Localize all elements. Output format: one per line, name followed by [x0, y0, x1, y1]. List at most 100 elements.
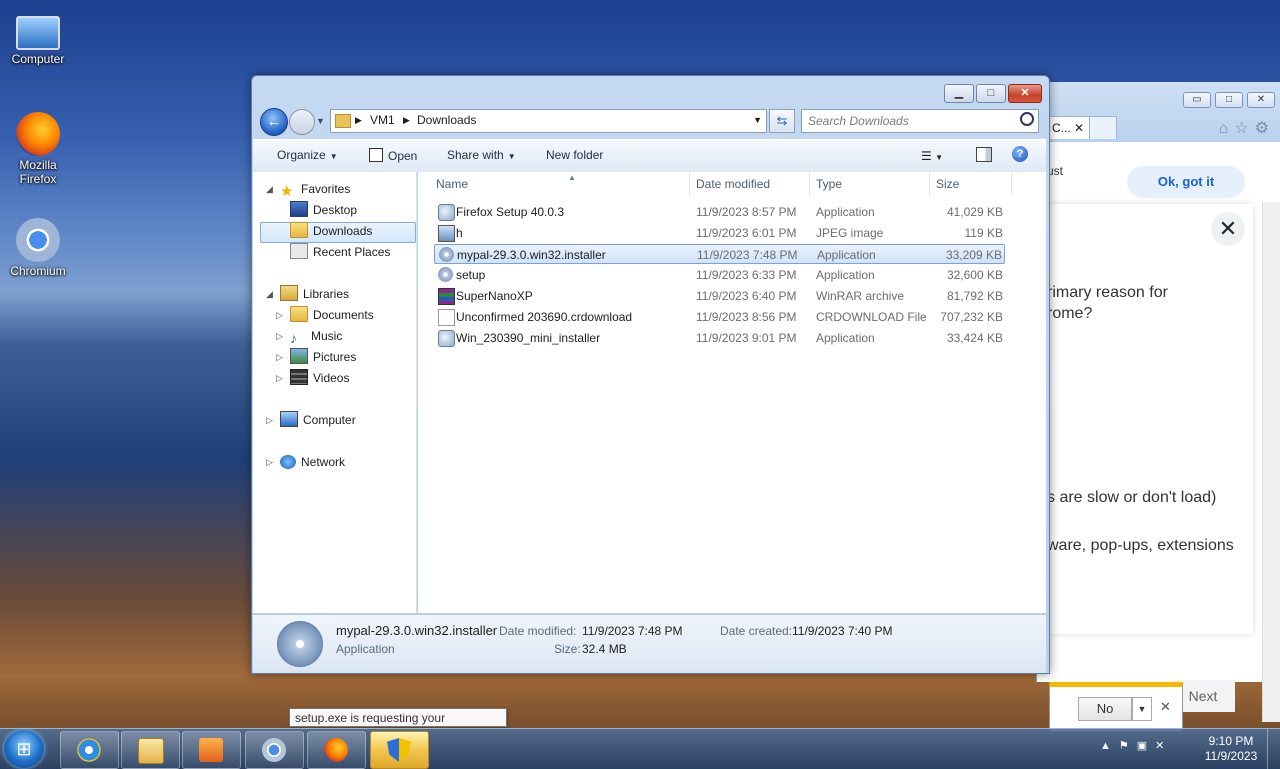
file-list: Name ▲ Date modified Type Size Firefox Se…	[418, 172, 1046, 613]
share-with-button[interactable]: Share with ▼	[447, 148, 516, 162]
chevron-right-icon[interactable]: ▶	[403, 115, 410, 126]
column-header-size[interactable]: Size	[932, 172, 1012, 196]
nav-item-computer[interactable]: ▷ Computer	[266, 410, 356, 430]
chevron-down-icon[interactable]: ▼	[1132, 697, 1152, 721]
documents-icon	[290, 306, 308, 322]
file-row-selected[interactable]: mypal-29.3.0.win32.installer 11/9/2023 7:…	[434, 244, 1005, 264]
expand-arrow-icon[interactable]: ▷	[266, 410, 273, 430]
expand-arrow-icon[interactable]: ▷	[276, 305, 283, 325]
network-status-icon: ▣	[1136, 740, 1156, 752]
file-row[interactable]: SuperNanoXP 11/9/2023 6:40 PM WinRAR archi…	[434, 286, 1005, 306]
nav-item-recent-places[interactable]: Recent Places	[290, 242, 390, 262]
chromium-icon	[262, 738, 286, 762]
installer-icon	[438, 267, 453, 282]
address-bar[interactable]: ▶ VM1 ▶ Downloads ▼	[330, 109, 767, 133]
expand-arrow-icon[interactable]: ◢	[266, 179, 273, 199]
notification-bar: No ▼ ✕	[1049, 682, 1183, 732]
expand-arrow-icon[interactable]: ▷	[276, 368, 283, 388]
uac-tooltip: setup.exe is requesting your permission	[289, 708, 507, 744]
nav-item-music[interactable]: ▷ ♪ Music	[276, 326, 342, 346]
column-header-type[interactable]: Type	[812, 172, 930, 196]
close-icon[interactable]: ✕	[1211, 212, 1245, 246]
browser-toolbar-icons[interactable]: ⌂☆⚙	[1219, 118, 1275, 138]
browser-maximize-button[interactable]: □	[1215, 92, 1243, 108]
taskbar-internet-explorer[interactable]	[60, 731, 119, 769]
desktop-icon-computer[interactable]: Computer	[0, 8, 76, 66]
recent-places-icon	[290, 243, 308, 259]
file-row[interactable]: Unconfirmed 203690.crdownload 11/9/2023 8…	[434, 307, 1005, 327]
search-input[interactable]: Search Downloads	[801, 109, 1039, 133]
tab-close-icon[interactable]: ✕	[1074, 121, 1084, 135]
details-size: 32.4 MB	[582, 642, 627, 656]
internet-explorer-icon	[77, 738, 101, 762]
nav-item-videos[interactable]: ▷ Videos	[276, 368, 349, 388]
chevron-right-icon[interactable]: ▶	[355, 115, 362, 126]
column-header-date-modified[interactable]: Date modified	[692, 172, 810, 196]
taskbar-media-player[interactable]	[182, 731, 241, 769]
nav-item-network[interactable]: ▷ Network	[266, 452, 345, 472]
browser-minimize-button[interactable]: ▭	[1183, 92, 1211, 108]
file-row[interactable]: Win_230390_mini_installer 11/9/2023 9:01 …	[434, 328, 1005, 348]
breadcrumb-downloads[interactable]: Downloads	[417, 113, 476, 127]
change-view-button[interactable]: ☰ ▼	[921, 149, 943, 163]
show-desktop-button[interactable]	[1267, 729, 1280, 769]
start-button[interactable]: ⊞	[4, 730, 44, 768]
nav-item-desktop[interactable]: Desktop	[290, 200, 357, 220]
no-button[interactable]: No	[1078, 697, 1132, 721]
vertical-scrollbar[interactable]	[1262, 202, 1280, 722]
expand-arrow-icon[interactable]: ▷	[266, 452, 273, 472]
search-icon[interactable]	[1020, 112, 1034, 126]
column-header-name[interactable]: Name ▲	[432, 172, 690, 196]
details-date-modified-label: Date modified:	[499, 624, 577, 638]
back-button[interactable]: ←	[260, 108, 288, 136]
clock-date: 11/9/2023	[1204, 749, 1258, 763]
refresh-button[interactable]: ⇆	[769, 109, 795, 133]
expand-arrow-icon[interactable]: ▷	[276, 326, 283, 346]
new-tab-button[interactable]	[1089, 116, 1117, 139]
close-button[interactable]: ✕	[1008, 84, 1042, 103]
browser-close-button[interactable]: ✕	[1247, 92, 1275, 108]
got-it-button[interactable]: Ok, got it	[1127, 166, 1245, 198]
chevron-down-icon[interactable]: ▼	[753, 115, 762, 125]
taskbar-chromium[interactable]	[245, 731, 304, 769]
nav-item-documents[interactable]: ▷ Documents	[276, 305, 374, 325]
new-folder-button[interactable]: New folder	[546, 148, 603, 162]
minimize-button[interactable]: ▁	[944, 84, 974, 103]
survey-option-popups[interactable]: ware, pop-ups, extensions	[1047, 537, 1234, 555]
expand-arrow-icon[interactable]: ◢	[266, 284, 273, 304]
nav-item-pictures[interactable]: ▷ Pictures	[276, 347, 356, 367]
file-row[interactable]: h 11/9/2023 6:01 PM JPEG image 119 KB	[434, 223, 1005, 243]
desktop-icon-chromium[interactable]: Chromium	[0, 218, 76, 278]
maximize-button[interactable]: □	[976, 84, 1006, 103]
browser-content: ust Ok, got it rimary reason for rome? ✕…	[1037, 142, 1280, 732]
forward-button[interactable]	[289, 109, 315, 135]
taskbar-windows-explorer[interactable]	[121, 731, 180, 769]
nav-item-libraries[interactable]: ◢ Libraries	[266, 284, 349, 304]
details-file-name: mypal-29.3.0.win32.installer	[336, 623, 498, 638]
navigation-pane: ◢ ★ Favorites Desktop Downloads Recent Pla…	[253, 172, 417, 613]
preview-pane-icon[interactable]	[976, 147, 992, 162]
taskbar-uac-prompt[interactable]	[370, 731, 429, 769]
file-row[interactable]: Firefox Setup 40.0.3 11/9/2023 8:57 PM App…	[434, 202, 1005, 222]
desktop-icon-label: Chromium	[10, 264, 66, 278]
breadcrumb-vm1[interactable]: VM1	[370, 113, 395, 127]
nav-item-downloads[interactable]: Downloads	[290, 221, 372, 241]
recent-pages-dropdown[interactable]: ▼	[316, 116, 325, 126]
open-icon	[369, 148, 383, 162]
expand-arrow-icon[interactable]: ▷	[276, 347, 283, 367]
taskbar-firefox[interactable]	[307, 731, 366, 769]
survey-option-slow[interactable]: s are slow or don't load)	[1047, 489, 1216, 507]
close-icon[interactable]: ✕	[1160, 699, 1171, 715]
desktop-icon-firefox[interactable]: Mozilla Firefox	[0, 112, 76, 186]
chevron-down-icon: ▼	[329, 152, 338, 161]
nav-item-favorites[interactable]: ◢ ★ Favorites	[266, 179, 350, 199]
help-icon[interactable]: ?	[1012, 146, 1028, 162]
clock-time: 9:10 PM	[1208, 734, 1254, 748]
file-row[interactable]: setup 11/9/2023 6:33 PM Application 32,600 …	[434, 265, 1005, 285]
background-browser-window[interactable]: ▭ □ ✕ C... ✕ ⌂☆⚙ ust Ok, got it rimary r…	[1036, 82, 1280, 732]
system-tray[interactable]: ▲⚑▣✕	[1100, 739, 1172, 752]
open-button[interactable]: Open	[369, 148, 417, 163]
organize-button[interactable]: Organize ▼	[277, 148, 338, 162]
libraries-icon	[280, 285, 298, 301]
clock[interactable]: 9:10 PM 11/9/2023	[1196, 734, 1266, 764]
